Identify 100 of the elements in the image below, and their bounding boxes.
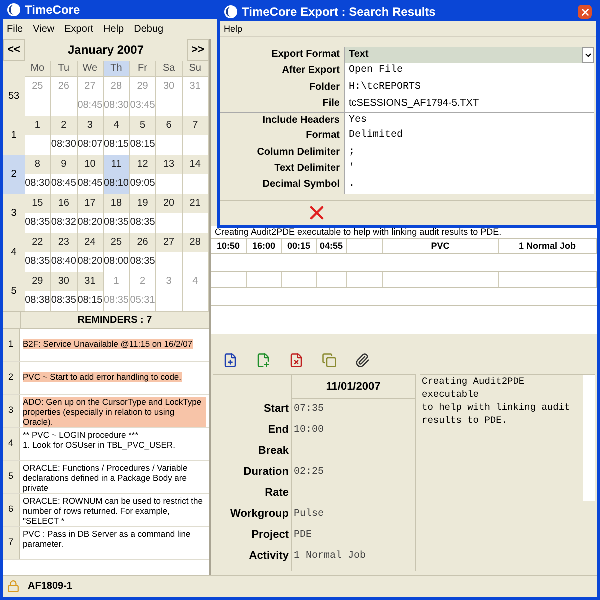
field-value[interactable]: tcSESSIONS_AF1794-5.TXT [344, 96, 594, 112]
field-value[interactable]: Pulse [292, 504, 415, 525]
session-note: Creating Audit2PDE executable to help with linking audit results to PDE. [214, 226, 503, 238]
lock-icon [7, 580, 20, 593]
close-button[interactable] [578, 5, 592, 19]
day-cell[interactable]: 29 08:38 [25, 272, 52, 312]
day-cell[interactable]: 10 08:45 [78, 155, 104, 195]
menu-item[interactable]: Debug [134, 22, 164, 36]
day-cell[interactable]: 2 08:30 [51, 116, 78, 156]
row-number: 1 [3, 329, 20, 361]
field-value[interactable]: 1 Normal Job [292, 546, 415, 567]
logo-icon [7, 2, 21, 16]
day-cell[interactable]: 15 08:35 [25, 194, 52, 234]
weekday-header: Fr [130, 61, 156, 77]
field-label: Text Delimiter [274, 162, 341, 176]
day-cell[interactable]: 4 08:15 [104, 116, 130, 156]
field-label: Rate [264, 486, 290, 501]
date-header: 11/01/2007 [292, 375, 415, 399]
field-label: End [267, 423, 290, 438]
row-number: 6 [3, 494, 20, 526]
field-label: Decimal Symbol [262, 178, 341, 192]
week-number[interactable]: 5 [3, 272, 25, 312]
field-label: Format [305, 129, 341, 144]
logo-icon [224, 5, 238, 19]
day-cell[interactable]: 9 08:45 [51, 155, 78, 195]
day-cell[interactable]: 20 [156, 194, 183, 234]
field-value[interactable]: PDE [292, 525, 415, 546]
day-cell[interactable]: 14 [182, 155, 209, 195]
week-number[interactable]: 2 [3, 155, 25, 195]
day-cell[interactable]: 30 08:35 [51, 272, 78, 312]
field-value[interactable]: Delimited [344, 128, 594, 145]
menu-item[interactable]: File [7, 22, 24, 36]
field-value[interactable]: 07:35 [292, 399, 415, 420]
day-cell[interactable]: 8 08:30 [25, 155, 52, 195]
delete-file-icon[interactable] [289, 352, 304, 368]
close-icon [580, 6, 590, 18]
day-cell[interactable]: 27 [156, 233, 183, 273]
field-value[interactable]: ; [344, 144, 594, 162]
reminder-text[interactable]: ** PVC ~ LOGIN procedure *** 1. Look for OSUser in TBL_PVC_USER. [23, 430, 176, 450]
weekday-header: Su [182, 61, 209, 77]
table-cell: 10:50 [211, 239, 247, 253]
day-cell[interactable]: 25 08:00 [104, 233, 130, 273]
day-cell[interactable]: 1 [25, 116, 52, 156]
field-value[interactable]: 10:00 [292, 420, 415, 441]
month-title: January 2007 [66, 42, 146, 59]
scrollbar[interactable] [583, 375, 595, 501]
day-cell[interactable]: 24 08:20 [78, 233, 104, 273]
menu-item[interactable]: View [33, 22, 55, 36]
notes-text[interactable]: Creating Audit2PDE executable to help with linking audit results to PDE. [420, 375, 583, 571]
table-cell: 1 Normal Job [499, 239, 597, 253]
reminders-header: REMINDERS : 7 [20, 312, 209, 328]
field-label: Activity [248, 549, 290, 564]
weekday-header: Mo [25, 61, 52, 77]
menu-item[interactable]: Export [64, 22, 94, 36]
day-cell[interactable]: 26 08:35 [130, 233, 156, 273]
menu-item[interactable]: Help [224, 21, 243, 36]
next-month-button[interactable]: >> [187, 39, 209, 61]
row-number: 7 [3, 527, 20, 559]
field-label: Include Headers [262, 114, 341, 128]
copy-icon[interactable] [322, 352, 337, 368]
day-cell[interactable]: 7 [182, 116, 209, 156]
field-value[interactable]: . [344, 177, 594, 194]
day-cell[interactable]: 28 [182, 233, 209, 273]
reminder-text[interactable]: B2F: Service Unavailable @11:15 on 16/2/07 [23, 339, 193, 349]
day-cell[interactable]: 17 08:20 [78, 194, 104, 234]
day-cell[interactable]: 6 [156, 116, 183, 156]
weekday-header: We [78, 61, 104, 77]
day-cell[interactable]: 3 08:07 [78, 116, 104, 156]
reminder-text[interactable]: PVC ~ Start to add error handling to code. [23, 372, 182, 382]
field-label: Folder [308, 80, 341, 95]
field-value[interactable]: ' [344, 161, 594, 178]
window-title: TimeCore [25, 2, 80, 18]
menu-item[interactable]: Help [104, 22, 124, 36]
day-cell[interactable]: 19 08:35 [130, 194, 156, 234]
weekday-header: Tu [51, 61, 78, 77]
add-file-icon[interactable] [223, 352, 238, 368]
row-number: 2 [3, 362, 20, 394]
day-cell[interactable]: 31 08:15 [78, 272, 104, 312]
day-cell[interactable]: 12 09:05 [130, 155, 156, 195]
day-cell[interactable]: 18 08:35 [104, 194, 130, 234]
day-cell[interactable]: 11 08:10 [104, 155, 130, 195]
field-value[interactable]: 02:25 [292, 462, 415, 483]
field-label: Workgroup [230, 507, 290, 522]
field-value[interactable]: H:\tcREPORTS [344, 80, 594, 96]
day-cell[interactable]: 5 08:15 [130, 116, 156, 156]
previous-month-button[interactable]: << [3, 39, 25, 61]
field-value[interactable]: Open File [344, 63, 594, 80]
day-cell[interactable]: 23 08:40 [51, 233, 78, 273]
reminder-text[interactable]: ORACLE: ROWNUM can be used to restrict the number of rows returned. For example, "SELECT * [23, 496, 206, 526]
weekday-header: Th [104, 61, 130, 77]
day-cell[interactable]: 21 [182, 194, 209, 234]
add-file-icon[interactable] [256, 352, 271, 368]
field-label: Project [250, 528, 290, 543]
paperclip-icon[interactable] [355, 352, 370, 368]
reminder-text[interactable]: ADO: Gen up on the CursorType and LockType properties (especially in relation to using Oracle). [23, 397, 206, 427]
field-value[interactable]: Yes [344, 113, 594, 128]
day-cell[interactable]: 22 08:35 [25, 233, 52, 273]
day-cell[interactable]: 16 08:32 [51, 194, 78, 234]
export-format-dropdown[interactable]: Text [344, 47, 594, 64]
day-cell[interactable]: 13 [156, 155, 183, 195]
